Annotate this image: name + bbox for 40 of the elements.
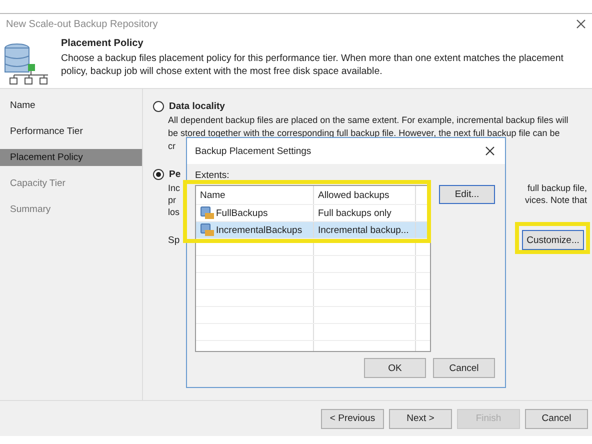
table-cell: FullBackups — [216, 208, 268, 218]
extents-label: Extents: — [195, 170, 230, 181]
option-description: All dependent backup files are placed on the same extent. For example, incremental backup files will — [168, 114, 568, 127]
column-header[interactable]: Allowed backups — [314, 186, 416, 204]
wizard-step[interactable]: Name — [0, 97, 142, 114]
page-description: Choose a backup files placement policy for this performance tier. When more than one extent matches the placement policy, backup job will chose extent with the most free disk space available. — [61, 52, 564, 78]
edit-button[interactable]: Edit... — [439, 185, 495, 204]
table-cell: IncrementalBackups — [216, 224, 302, 236]
radio-button[interactable] — [153, 168, 164, 180]
ok-button[interactable]: OK — [364, 358, 426, 378]
page-heading: Placement Policy — [61, 38, 144, 49]
option-description: Inc — [168, 182, 180, 194]
wizard-step[interactable]: Placement Policy — [0, 149, 142, 166]
cancel-button[interactable]: Cancel — [433, 358, 495, 378]
wizard-button[interactable]: < Previous — [321, 408, 384, 428]
option-description: be stored together with the corresponding full backup file. However, the next full backup file can be — [168, 127, 560, 140]
option-description: vices. Note that — [524, 194, 587, 206]
option-label[interactable]: Pe — [169, 168, 181, 180]
option-description: los — [168, 206, 180, 218]
database-tree-icon — [4, 43, 50, 85]
option-description: pr — [168, 194, 176, 206]
option-description: cr — [168, 140, 176, 153]
option-label[interactable]: Data locality — [169, 100, 225, 112]
wizard-button[interactable]: Cancel — [525, 408, 588, 428]
column-header[interactable]: Name — [196, 186, 314, 204]
radio-button[interactable] — [153, 100, 164, 112]
table-cell: Full backups only — [314, 205, 416, 221]
wizard-button[interactable]: Next > — [389, 408, 452, 428]
customize-button[interactable]: Customize... — [522, 230, 584, 250]
table-row[interactable]: IncrementalBackups Incremental backup... — [196, 222, 430, 239]
table-cell: Incremental backup... — [314, 222, 416, 238]
repository-icon — [200, 206, 214, 220]
option-description: full backup file, — [527, 182, 587, 194]
dialog-title: Backup Placement Settings — [195, 146, 312, 156]
close-icon[interactable] — [485, 146, 495, 156]
close-icon[interactable] — [576, 19, 586, 29]
repository-icon — [200, 223, 214, 237]
wizard-step[interactable]: Performance Tier — [0, 123, 142, 140]
setting-label: Sp — [168, 234, 180, 246]
window-title: New Scale-out Backup Repository — [6, 18, 158, 30]
